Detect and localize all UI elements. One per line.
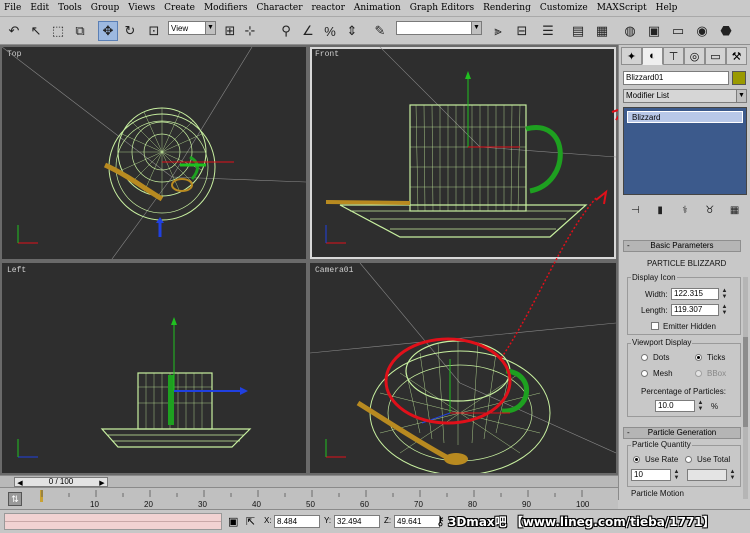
length-spinner[interactable]: 119.307 xyxy=(671,304,719,316)
scrollbar-thumb[interactable] xyxy=(743,337,748,427)
display-tab-icon[interactable]: ▭ xyxy=(705,47,726,65)
key-icon[interactable]: ⚷ xyxy=(436,514,445,528)
watermark-text: 3Dmax吧 【www.lineg.com/tieba/1771】 xyxy=(448,515,715,529)
spinner-arrows-icon[interactable]: ▲ ▼ xyxy=(721,304,728,316)
width-label: Width: xyxy=(645,290,668,299)
ruler-tick-label: 20 xyxy=(144,500,153,509)
group-label: Display Icon xyxy=(631,273,677,282)
mesh-label: Mesh xyxy=(653,369,673,378)
absolute-mode-icon[interactable]: ⇱ xyxy=(246,515,255,528)
ticks-label: Ticks xyxy=(707,353,726,362)
x-label: X: xyxy=(264,516,272,525)
remove-modifier-icon[interactable]: ♉ xyxy=(702,203,718,219)
mini-curve-editor-icon[interactable]: ⇅ xyxy=(8,492,22,506)
hierarchy-tab-icon[interactable]: ⊤ xyxy=(663,47,684,65)
status-bar: ▣ ⇱ X: 8.484 Y: 32.494 Z: 49.641 ⚷ 3Dmax… xyxy=(0,509,750,533)
use-rate-label: Use Rate xyxy=(645,455,679,464)
command-panel: ✦ ◐ ⊤ ◎ ▭ ⚒ Blizzard01 Modifier List ▼ B… xyxy=(618,45,750,500)
collapse-icon: - xyxy=(627,241,630,250)
stack-item-blizzard[interactable]: Blizzard xyxy=(627,111,743,123)
stack-buttons: ⊣ ▮ ⚕ ♉ ▦ xyxy=(623,203,747,221)
y-label: Y: xyxy=(324,516,332,525)
spinner-arrows-icon[interactable]: ▲ ▼ xyxy=(721,288,728,300)
ruler-tick-label: 30 xyxy=(198,500,207,509)
dots-label: Dots xyxy=(653,353,670,362)
emitter-hidden-checkbox[interactable] xyxy=(651,322,659,330)
use-total-spinner[interactable] xyxy=(687,469,727,481)
ruler-tick-label: 10 xyxy=(90,500,99,509)
modifier-list-select[interactable]: Modifier List ▼ xyxy=(623,89,747,103)
object-name-field[interactable]: Blizzard01 xyxy=(623,71,729,85)
bbox-label: BBox xyxy=(707,369,727,378)
modifier-stack: Blizzard xyxy=(623,107,747,195)
ruler-tick-label: 80 xyxy=(468,500,477,509)
command-panel-scrollbar[interactable] xyxy=(743,277,748,499)
lock-selection-icon[interactable]: ▣ xyxy=(228,515,238,528)
use-rate-radio[interactable] xyxy=(633,456,640,463)
motion-tab-icon[interactable]: ◎ xyxy=(684,47,705,65)
percentage-spinner[interactable]: 10.0 xyxy=(655,400,695,412)
ticks-radio[interactable] xyxy=(695,354,702,361)
rollout-title: Particle Generation xyxy=(647,428,717,437)
ruler-tick-label: 40 xyxy=(252,500,261,509)
ruler-tick-label: 70 xyxy=(414,500,423,509)
utilities-tab-icon[interactable]: ⚒ xyxy=(726,47,747,65)
show-end-result-icon[interactable]: ▮ xyxy=(652,203,668,219)
modifier-list-label: Modifier List xyxy=(626,91,670,100)
chevron-down-icon: ▼ xyxy=(736,90,746,102)
ruler-tick-label: 90 xyxy=(522,500,531,509)
bbox-radio[interactable] xyxy=(695,370,702,377)
current-frame: 0 / 100 xyxy=(48,477,74,486)
maxscript-listener[interactable] xyxy=(4,513,222,530)
ruler-tick-label: 100 xyxy=(576,500,590,509)
command-panel-tabs: ✦ ◐ ⊤ ◎ ▭ ⚒ xyxy=(621,47,749,67)
use-total-label: Use Total xyxy=(697,455,731,464)
percent-unit: % xyxy=(711,402,719,411)
particle-generation-rollout[interactable]: - Particle Generation xyxy=(623,427,741,439)
timeline-ruler: 10 20 30 40 50 60 70 80 90 100 xyxy=(40,490,590,509)
dots-radio[interactable] xyxy=(641,354,648,361)
spinner-arrows-icon[interactable]: ▲ ▼ xyxy=(729,469,736,481)
z-coordinate-field[interactable]: 49.641 xyxy=(394,515,440,528)
time-slider-thumb[interactable]: ◀ 0 / 100 ▶ xyxy=(14,477,108,487)
pin-stack-icon[interactable]: ⊣ xyxy=(627,203,643,219)
spinner-arrows-icon[interactable]: ▲ ▼ xyxy=(697,400,704,412)
ruler-tick-label: 60 xyxy=(360,500,369,509)
panel-title: PARTICLE BLIZZARD xyxy=(647,259,727,268)
group-label: Viewport Display xyxy=(631,338,693,347)
length-label: Length: xyxy=(641,306,668,315)
mesh-radio[interactable] xyxy=(641,370,648,377)
configure-sets-icon[interactable]: ▦ xyxy=(727,203,743,219)
y-coordinate-field[interactable]: 32.494 xyxy=(334,515,380,528)
group-label: Particle Quantity xyxy=(631,440,692,449)
width-spinner[interactable]: 122.315 xyxy=(671,288,719,300)
basic-parameters-rollout[interactable]: - Basic Parameters xyxy=(623,240,741,252)
z-label: Z: xyxy=(384,516,392,525)
time-slider[interactable]: ◀ 0 / 100 ▶ xyxy=(0,475,618,487)
spinner-arrows-icon[interactable]: ▲ ▼ xyxy=(673,469,680,481)
percentage-label: Percentage of Particles: xyxy=(641,387,726,396)
track-bar[interactable]: ⇅ 10 20 30 40 50 60 70 80 90 100 xyxy=(0,487,618,509)
make-unique-icon[interactable]: ⚕ xyxy=(677,203,693,219)
particle-motion-label: Particle Motion xyxy=(631,489,684,498)
use-total-radio[interactable] xyxy=(685,456,692,463)
object-color-swatch[interactable] xyxy=(732,71,746,85)
modify-tab-icon[interactable]: ◐ xyxy=(642,47,663,65)
rollout-title: Basic Parameters xyxy=(650,241,714,250)
create-tab-icon[interactable]: ✦ xyxy=(621,47,642,65)
collapse-icon: - xyxy=(627,428,630,437)
x-coordinate-field[interactable]: 8.484 xyxy=(274,515,320,528)
ruler-tick-label: 50 xyxy=(306,500,315,509)
use-rate-spinner[interactable]: 10 xyxy=(631,469,671,481)
emitter-hidden-label: Emitter Hidden xyxy=(663,322,716,331)
